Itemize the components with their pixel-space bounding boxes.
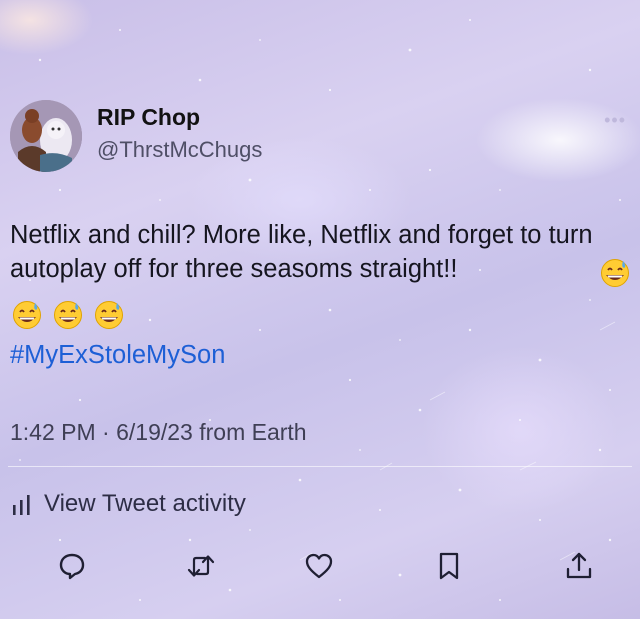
more-options-icon[interactable]: •••	[604, 110, 626, 131]
share-button[interactable]	[561, 548, 597, 584]
avatar[interactable]	[10, 100, 82, 172]
reply-button[interactable]	[54, 548, 90, 584]
retweet-button[interactable]	[183, 548, 219, 584]
grinning-face-with-sweat-icon	[95, 301, 123, 329]
avatar-photo	[10, 100, 82, 172]
hashtag-link[interactable]: #MyExStoleMySon	[10, 341, 225, 370]
divider	[8, 466, 632, 467]
display-name[interactable]: RIP Chop	[97, 104, 200, 131]
bookmark-icon	[439, 552, 459, 580]
bookmark-button[interactable]	[431, 548, 467, 584]
tweet-text: Netflix and chill? More like, Netflix an…	[10, 221, 593, 283]
like-button[interactable]	[301, 548, 337, 584]
emoji-row	[12, 300, 124, 330]
view-tweet-activity-link[interactable]: View Tweet activity	[10, 490, 246, 518]
grinning-face-with-sweat-icon	[54, 301, 82, 329]
heart-icon	[305, 553, 333, 579]
emoji-inline	[600, 258, 630, 288]
tweet-timestamp[interactable]: 1:42 PM · 6/19/23 from Earth	[10, 419, 307, 446]
retweet-icon	[187, 555, 215, 577]
reply-icon	[59, 553, 85, 580]
grinning-face-with-sweat-icon	[601, 259, 629, 287]
bar-chart-icon	[13, 495, 30, 515]
tweet-card: RIP Chop @ThrstMcChugs ••• Netflix and c…	[0, 0, 640, 619]
view-tweet-activity-label: View Tweet activity	[44, 490, 246, 517]
share-icon	[566, 552, 592, 579]
grinning-face-with-sweat-icon	[13, 301, 41, 329]
user-handle[interactable]: @ThrstMcChugs	[97, 137, 262, 163]
action-bar	[0, 548, 640, 588]
